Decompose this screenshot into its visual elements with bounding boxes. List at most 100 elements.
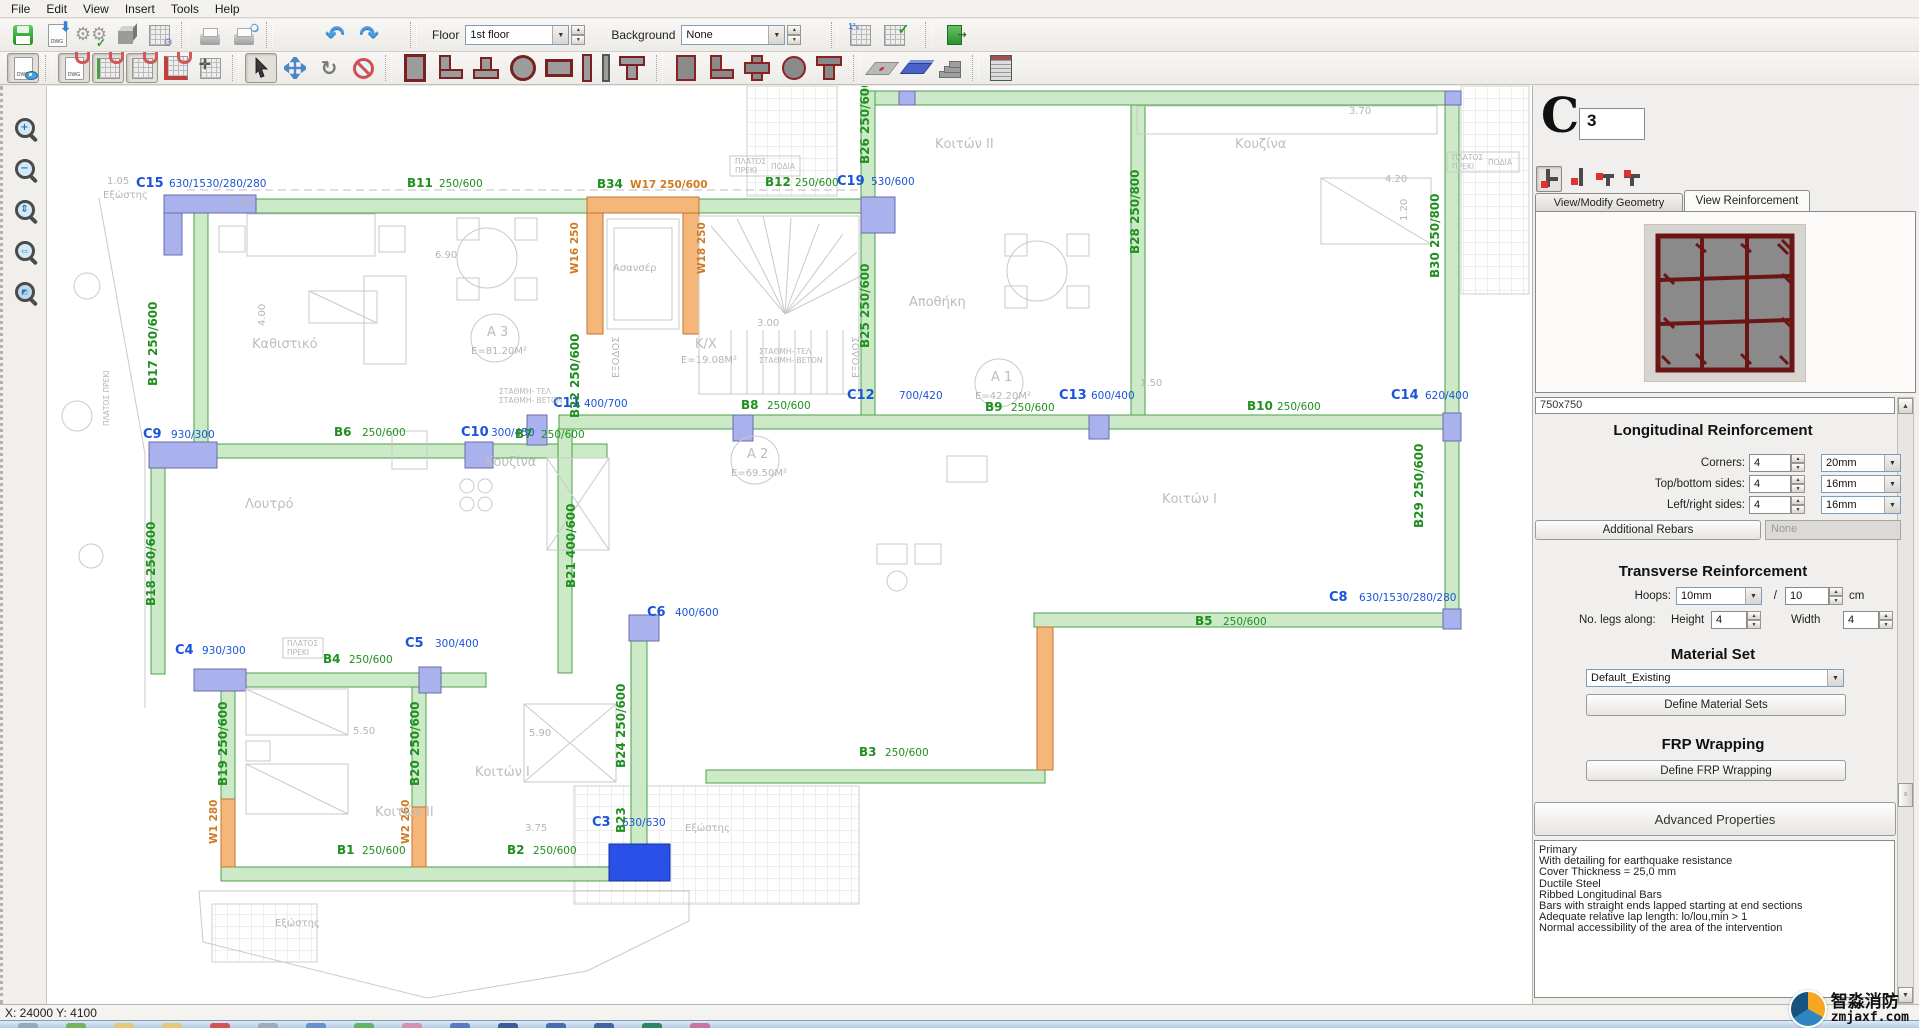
floor-select[interactable]: 1st floor▼ bbox=[465, 25, 569, 45]
define-frp-wrapping-button[interactable]: Define FRP Wrapping bbox=[1586, 760, 1846, 781]
exit-button[interactable] bbox=[938, 20, 970, 50]
taskbar-icon[interactable] bbox=[258, 1023, 278, 1028]
additional-rebars-button[interactable]: Additional Rebars bbox=[1535, 520, 1761, 540]
topbottom-diameter-select[interactable]: 16mm▼ bbox=[1821, 475, 1901, 493]
taskbar-icon[interactable] bbox=[594, 1023, 614, 1028]
taskbar-icon[interactable] bbox=[690, 1023, 710, 1028]
define-material-sets-button[interactable]: Define Material Sets bbox=[1586, 694, 1846, 716]
section-wall-button[interactable] bbox=[543, 53, 575, 83]
taskbar-icon[interactable] bbox=[546, 1023, 566, 1028]
beam-tool-button[interactable] bbox=[900, 53, 932, 83]
zoom-window-button[interactable]: ▭ bbox=[7, 235, 43, 267]
zoom-extents-button[interactable]: ⇕ bbox=[7, 194, 43, 226]
taskbar-icon[interactable] bbox=[210, 1023, 230, 1028]
taskbar-icon[interactable] bbox=[18, 1023, 38, 1028]
section-L-button[interactable] bbox=[435, 53, 467, 83]
select-tool-button[interactable] bbox=[245, 53, 277, 83]
hoops-spacing-stepper[interactable]: ▲▼ bbox=[1829, 587, 1843, 605]
taskbar-icon[interactable] bbox=[66, 1023, 86, 1028]
zoom-previous-button[interactable]: ◩ bbox=[7, 276, 43, 308]
column-L-button[interactable] bbox=[706, 53, 738, 83]
column-rect-button[interactable] bbox=[670, 53, 702, 83]
topbottom-count-field[interactable]: 4 bbox=[1749, 475, 1791, 493]
column-tee-button[interactable] bbox=[814, 53, 846, 83]
background-select[interactable]: None▼ bbox=[681, 25, 785, 45]
snap-layers-button[interactable] bbox=[92, 53, 124, 83]
floor-plan[interactable]: C15630/1530/280/280B11250/600B34W17 250/… bbox=[47, 86, 1532, 1004]
column-circle-button[interactable] bbox=[778, 53, 810, 83]
anchor-bottom-left-button[interactable] bbox=[1536, 166, 1562, 192]
taskbar-icon[interactable] bbox=[354, 1023, 374, 1028]
background-stepper[interactable]: ▲▼ bbox=[787, 25, 801, 45]
section-size-field[interactable]: 750x750 bbox=[1535, 397, 1895, 414]
anchor-top-left-button[interactable] bbox=[1620, 166, 1644, 190]
menu-view[interactable]: View bbox=[76, 1, 116, 17]
tab-view-reinforcement[interactable]: View Reinforcement bbox=[1684, 190, 1810, 211]
delete-tool-button[interactable] bbox=[347, 53, 379, 83]
validate-model-button[interactable]: ✓ bbox=[878, 20, 910, 50]
leftright-count-field[interactable]: 4 bbox=[1749, 496, 1791, 514]
move-tool-button[interactable] bbox=[279, 53, 311, 83]
tab-view-modify-geometry[interactable]: View/Modify Geometry bbox=[1535, 193, 1683, 211]
building-3d-button[interactable] bbox=[985, 53, 1017, 83]
legs-width-stepper[interactable]: ▲▼ bbox=[1879, 611, 1893, 629]
taskbar-icon[interactable] bbox=[642, 1023, 662, 1028]
menu-tools[interactable]: Tools bbox=[164, 1, 206, 17]
leftright-stepper[interactable]: ▲▼ bbox=[1791, 496, 1805, 514]
taskbar-icon[interactable] bbox=[450, 1023, 470, 1028]
save-button[interactable] bbox=[7, 20, 39, 50]
print-preview-button[interactable]: 🔾 bbox=[228, 20, 260, 50]
corners-count-field[interactable]: 4 bbox=[1749, 454, 1791, 472]
3d-view-button[interactable] bbox=[109, 20, 141, 50]
column-cross-button[interactable] bbox=[742, 53, 774, 83]
windows-taskbar[interactable] bbox=[0, 1020, 1919, 1028]
project-settings-button[interactable]: ⚙⚙✓ bbox=[75, 20, 107, 50]
corners-diameter-select[interactable]: 20mm▼ bbox=[1821, 454, 1901, 472]
anchor-bottom-right-button[interactable] bbox=[1566, 166, 1590, 190]
renumber-entities-button[interactable]: 1²₃ bbox=[844, 20, 876, 50]
zoom-out-button[interactable]: − bbox=[7, 153, 43, 185]
scrollbar-thumb[interactable]: ≡ bbox=[1898, 783, 1913, 807]
slab-tool-button[interactable] bbox=[866, 53, 898, 83]
move-grid-button[interactable]: ✛ bbox=[194, 53, 226, 83]
redo-button[interactable]: ↷ bbox=[353, 20, 385, 50]
leftright-diameter-select[interactable]: 16mm▼ bbox=[1821, 496, 1901, 514]
snap-red-grid-button[interactable] bbox=[160, 53, 192, 83]
section-rectangular-button[interactable] bbox=[399, 53, 431, 83]
menu-file[interactable]: File bbox=[4, 1, 37, 17]
drawing-canvas[interactable]: C15630/1530/280/280B11250/600B34W17 250/… bbox=[47, 86, 1532, 1004]
taskbar-icon[interactable] bbox=[162, 1023, 182, 1028]
grid-settings-button[interactable]: ⚙ bbox=[143, 20, 175, 50]
floor-stepper[interactable]: ▲▼ bbox=[571, 25, 585, 45]
stairs-tool-button[interactable] bbox=[934, 53, 966, 83]
menu-edit[interactable]: Edit bbox=[39, 1, 74, 17]
hoops-diameter-select[interactable]: 10mm▼ bbox=[1676, 587, 1762, 605]
section-bar1-button[interactable] bbox=[579, 53, 595, 83]
snap-dwg-button[interactable]: DWG bbox=[58, 53, 90, 83]
taskbar-icon[interactable] bbox=[498, 1023, 518, 1028]
legs-height-field[interactable]: 4 bbox=[1711, 611, 1747, 629]
section-tee-button[interactable] bbox=[617, 53, 649, 83]
legs-width-field[interactable]: 4 bbox=[1843, 611, 1879, 629]
dwg-visibility-button[interactable]: DWG bbox=[7, 53, 39, 83]
legs-height-stepper[interactable]: ▲▼ bbox=[1747, 611, 1761, 629]
topbottom-stepper[interactable]: ▲▼ bbox=[1791, 475, 1805, 493]
material-set-select[interactable]: Default_Existing▼ bbox=[1586, 669, 1844, 687]
taskbar-icon[interactable] bbox=[306, 1023, 326, 1028]
taskbar-icon[interactable] bbox=[114, 1023, 134, 1028]
corners-stepper[interactable]: ▲▼ bbox=[1791, 454, 1805, 472]
taskbar-icon[interactable] bbox=[402, 1023, 422, 1028]
menu-insert[interactable]: Insert bbox=[118, 1, 162, 17]
undo-button[interactable]: ↶ bbox=[319, 20, 351, 50]
hoops-spacing-field[interactable]: 10 bbox=[1785, 587, 1829, 605]
section-T-button[interactable] bbox=[471, 53, 503, 83]
menu-help[interactable]: Help bbox=[208, 1, 247, 17]
section-circular-button[interactable] bbox=[507, 53, 539, 83]
import-dwg-button[interactable]: DWG ⬇ bbox=[41, 20, 73, 50]
advanced-properties-header[interactable]: Advanced Properties bbox=[1534, 802, 1896, 836]
anchor-top-right-button[interactable] bbox=[1593, 166, 1617, 190]
print-button[interactable] bbox=[194, 20, 226, 50]
scroll-up-button[interactable]: ▲ bbox=[1898, 398, 1913, 414]
snap-grid-button[interactable] bbox=[126, 53, 158, 83]
section-bar2-button[interactable] bbox=[599, 53, 613, 83]
